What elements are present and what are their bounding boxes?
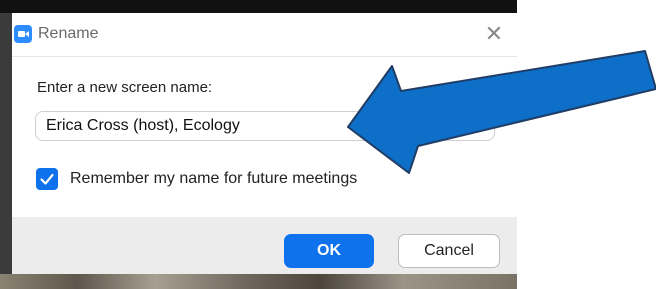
annotation-arrow	[347, 50, 656, 174]
